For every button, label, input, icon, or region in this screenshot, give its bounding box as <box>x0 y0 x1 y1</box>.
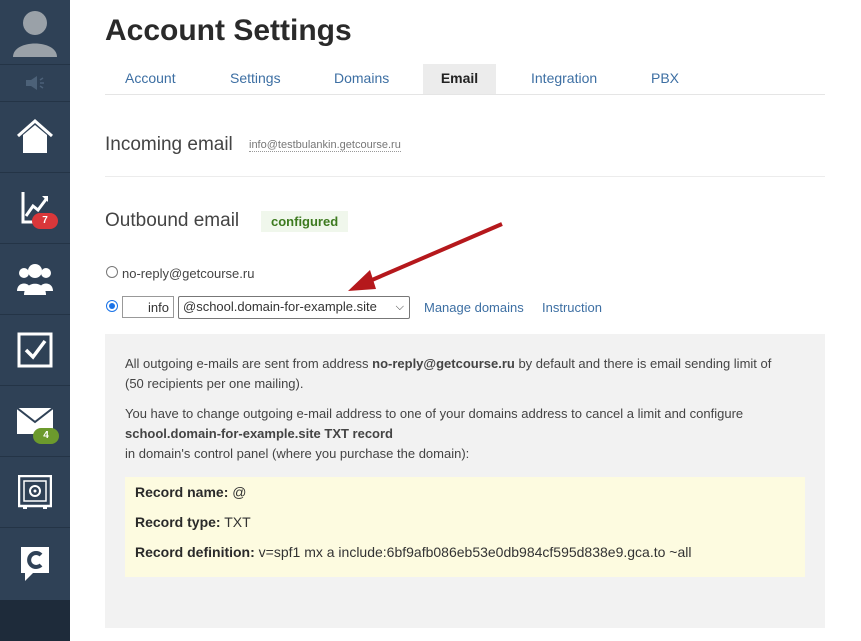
safe-icon <box>18 475 52 509</box>
sidebar-item-tasks[interactable] <box>0 315 70 386</box>
sidebar-footer <box>0 600 70 641</box>
red-arrow-annotation <box>348 222 503 291</box>
sidebar-item-sound[interactable] <box>0 65 70 102</box>
sidebar-item-stats[interactable]: 7 <box>0 173 70 244</box>
checkbox-icon <box>17 332 53 368</box>
sidebar-item-avatar[interactable] <box>0 0 70 65</box>
sidebar-item-home[interactable] <box>0 102 70 173</box>
sidebar-item-getcourse[interactable] <box>0 528 70 598</box>
sidebar: 7 4 <box>0 0 70 641</box>
sidebar-item-messages[interactable]: 4 <box>0 386 70 457</box>
home-icon <box>17 119 53 153</box>
user-avatar-icon <box>13 11 57 57</box>
main-content: Account Settings Account Settings Domain… <box>70 0 861 641</box>
users-icon <box>17 264 53 295</box>
sidebar-item-settings[interactable] <box>0 457 70 528</box>
getcourse-logo-icon <box>21 547 49 581</box>
sidebar-item-users[interactable] <box>0 244 70 315</box>
messages-badge: 4 <box>33 428 59 444</box>
stats-badge: 7 <box>32 213 58 229</box>
speaker-icon <box>26 76 44 90</box>
